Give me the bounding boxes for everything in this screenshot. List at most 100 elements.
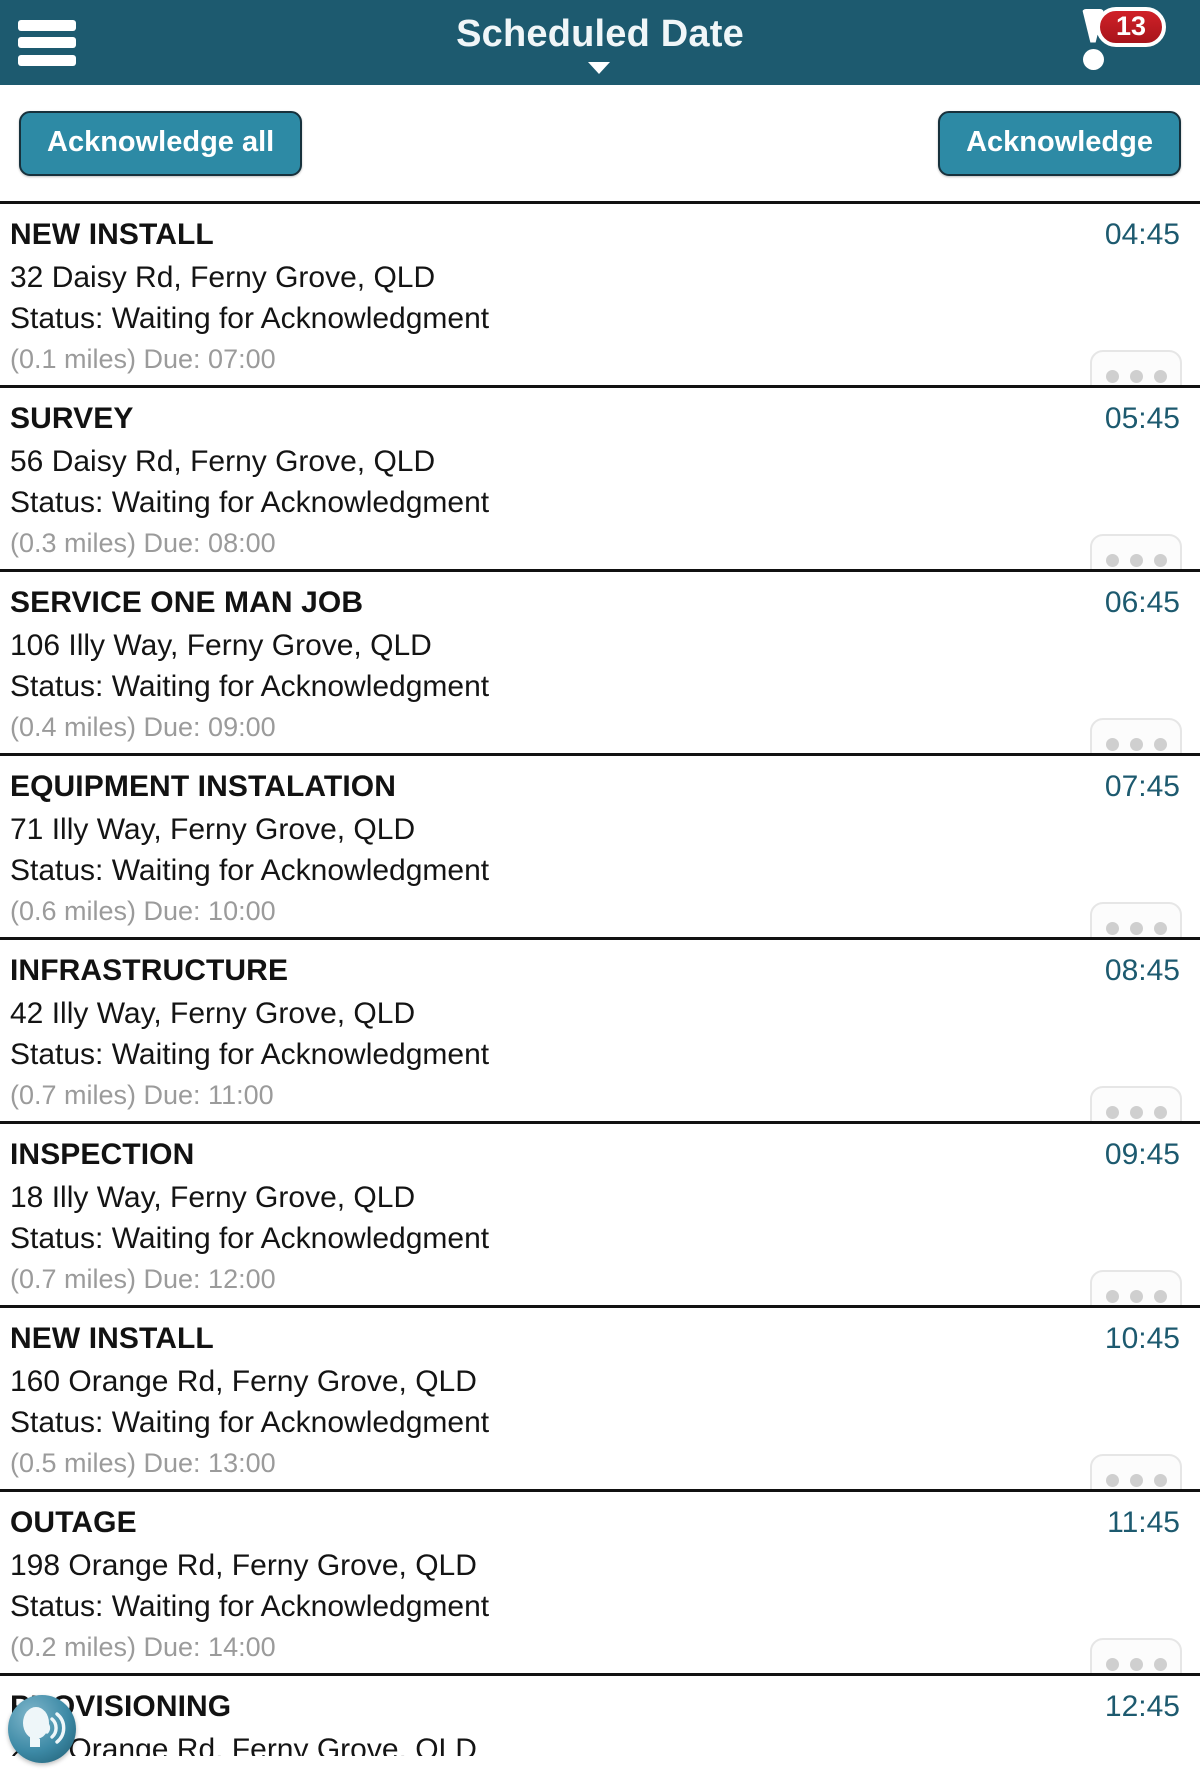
job-distance-due: (0.6 miles) Due: 10:00 (10, 895, 276, 926)
caret-down-icon (588, 62, 610, 74)
job-address: 198 Orange Rd, Ferny Grove, QLD (10, 1548, 477, 1582)
job-address: 42 Illy Way, Ferny Grove, QLD (10, 996, 416, 1030)
dot-2 (1129, 1657, 1143, 1671)
dot-2 (1129, 737, 1143, 751)
dot-1 (1105, 1105, 1119, 1119)
job-list-item[interactable]: PROVISIONING 12:45 220 Orange Rd, Ferny Gr… (0, 1676, 1200, 1756)
job-status: Status: Waiting for Acknowledgment (10, 486, 490, 519)
dot-1 (1105, 921, 1119, 935)
job-address: 18 Illy Way, Ferny Grove, QLD (10, 1180, 416, 1214)
dot-3 (1153, 369, 1167, 383)
hamburger-bar-1 (18, 19, 76, 31)
job-time-label: 07:45 (1104, 770, 1180, 803)
more-horizontal-icon[interactable] (1090, 1638, 1182, 1673)
job-type-label: NEW INSTALL (10, 218, 214, 251)
job-header: INSPECTION 09:45 (10, 1136, 1184, 1174)
job-time-label: 08:45 (1104, 954, 1180, 987)
job-type-label: INFRASTRUCTURE (10, 954, 289, 987)
notification-alert-button[interactable]: 13 (1070, 5, 1178, 81)
dot-1 (1105, 553, 1119, 567)
job-type-label: NEW INSTALL (10, 1322, 214, 1355)
dot-3 (1153, 1473, 1167, 1487)
dot-3 (1153, 553, 1167, 567)
more-horizontal-icon[interactable] (1090, 534, 1182, 569)
more-horizontal-icon[interactable] (1090, 1086, 1182, 1121)
job-address: 160 Orange Rd, Ferny Grove, QLD (10, 1364, 477, 1398)
job-header: SERVICE ONE MAN JOB 06:45 (10, 584, 1184, 622)
job-distance-due: (0.7 miles) Due: 11:00 (10, 1079, 274, 1110)
job-list-item[interactable]: INSPECTION 09:45 18 Illy Way, Ferny Grove,… (0, 1124, 1200, 1308)
more-horizontal-icon[interactable] (1090, 718, 1182, 753)
dot-2 (1129, 369, 1143, 383)
job-type-label: EQUIPMENT INSTALATION (10, 770, 396, 803)
job-header: PROVISIONING 12:45 (10, 1688, 1184, 1726)
job-time-label: 06:45 (1104, 586, 1180, 619)
job-address: 71 Illy Way, Ferny Grove, QLD (10, 812, 416, 846)
dot-2 (1129, 1473, 1143, 1487)
dot-1 (1105, 1473, 1119, 1487)
job-time-label: 09:45 (1104, 1138, 1180, 1171)
job-time-label: 05:45 (1104, 402, 1180, 435)
job-status: Status: Waiting for Acknowledgment (10, 1406, 490, 1439)
job-list-item[interactable]: SURVEY 05:45 56 Daisy Rd, Ferny Grove, QLD… (0, 388, 1200, 572)
job-address: 56 Daisy Rd, Ferny Grove, QLD (10, 444, 436, 478)
dot-3 (1153, 1289, 1167, 1303)
job-status: Status: Waiting for Acknowledgment (10, 1038, 490, 1071)
job-list-item[interactable]: EQUIPMENT INSTALATION 07:45 71 Illy Way, F… (0, 756, 1200, 940)
job-distance-due: (0.5 miles) Due: 13:00 (10, 1447, 276, 1478)
voice-assistant-icon[interactable] (8, 1695, 76, 1763)
more-horizontal-icon[interactable] (1090, 1454, 1182, 1489)
job-distance-due: (0.7 miles) Due: 12:00 (10, 1263, 276, 1294)
job-distance-due: (0.4 miles) Due: 09:00 (10, 711, 276, 742)
job-status: Status: Waiting for Acknowledgment (10, 1590, 490, 1623)
more-horizontal-icon[interactable] (1090, 350, 1182, 385)
job-time-label: 10:45 (1104, 1322, 1180, 1355)
dot-3 (1153, 1657, 1167, 1671)
app-bar-title-group: Scheduled Date (0, 0, 1200, 85)
dot-1 (1105, 737, 1119, 751)
page-title: Scheduled Date (456, 13, 744, 55)
dot-1 (1105, 369, 1119, 383)
dot-2 (1129, 921, 1143, 935)
job-status: Status: Waiting for Acknowledgment (10, 1222, 490, 1255)
acknowledge-all-button[interactable]: Acknowledge all (19, 110, 303, 176)
dot-1 (1105, 1657, 1119, 1671)
exclamation-dot (1083, 48, 1104, 70)
app-bar: Scheduled Date 13 (0, 0, 1200, 85)
more-horizontal-icon[interactable] (1090, 1270, 1182, 1305)
job-list-item[interactable]: NEW INSTALL 10:45 160 Orange Rd, Ferny Gro… (0, 1308, 1200, 1492)
job-header: OUTAGE 11:45 (10, 1504, 1184, 1542)
acknowledge-button[interactable]: Acknowledge (938, 110, 1181, 176)
job-address: 220 Orange Rd, Ferny Grove, QLD (10, 1732, 477, 1757)
job-status: Status: Waiting for Acknowledgment (10, 854, 490, 887)
job-time-label: 04:45 (1104, 218, 1180, 251)
more-horizontal-icon[interactable] (1090, 902, 1182, 937)
hamburger-menu-icon[interactable] (18, 19, 76, 66)
job-distance-due: (0.3 miles) Due: 08:00 (10, 527, 276, 558)
hamburger-bar-2 (18, 37, 76, 48)
job-list-item[interactable]: OUTAGE 11:45 198 Orange Rd, Ferny Grove, Q… (0, 1492, 1200, 1676)
job-address: 106 Illy Way, Ferny Grove, QLD (10, 628, 432, 662)
job-type-label: SURVEY (10, 402, 134, 435)
job-time-label: 11:45 (1107, 1506, 1180, 1539)
job-header: EQUIPMENT INSTALATION 07:45 (10, 768, 1184, 806)
dot-3 (1153, 921, 1167, 935)
job-list: NEW INSTALL 04:45 32 Daisy Rd, Ferny Grove… (0, 204, 1200, 1756)
dot-2 (1129, 1289, 1143, 1303)
job-type-label: SERVICE ONE MAN JOB (10, 586, 364, 619)
dot-1 (1105, 1289, 1119, 1303)
job-distance-due: (0.1 miles) Due: 07:00 (10, 343, 276, 374)
job-header: NEW INSTALL 10:45 (10, 1320, 1184, 1358)
job-list-item[interactable]: INFRASTRUCTURE 08:45 42 Illy Way, Ferny Gr… (0, 940, 1200, 1124)
job-list-item[interactable]: SERVICE ONE MAN JOB 06:45 106 Illy Way, Fe… (0, 572, 1200, 756)
hamburger-bar-3 (18, 54, 76, 66)
job-list-item[interactable]: NEW INSTALL 04:45 32 Daisy Rd, Ferny Grove… (0, 204, 1200, 388)
job-status: Status: Waiting for Acknowledgment (10, 302, 490, 335)
job-header: NEW INSTALL 04:45 (10, 216, 1184, 254)
notification-count-badge: 13 (1096, 6, 1166, 47)
dot-2 (1129, 553, 1143, 567)
job-header: INFRASTRUCTURE 08:45 (10, 952, 1184, 990)
job-address: 32 Daisy Rd, Ferny Grove, QLD (10, 260, 436, 294)
job-header: SURVEY 05:45 (10, 400, 1184, 438)
dot-3 (1153, 1105, 1167, 1119)
